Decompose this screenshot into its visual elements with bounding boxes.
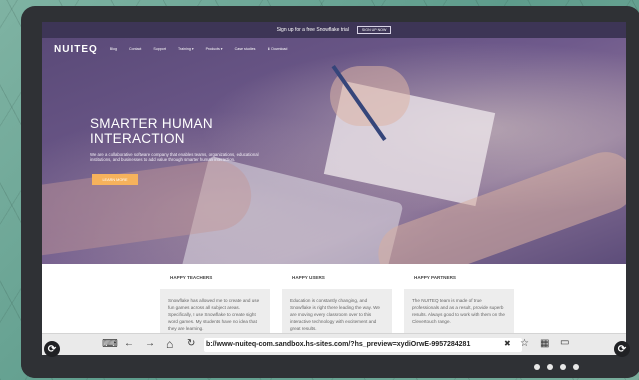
rotate-right-icon[interactable]: ⟳ [614, 341, 630, 357]
bookmark-star-icon[interactable]: ☆ [520, 339, 529, 349]
forward-icon[interactable]: → [145, 339, 155, 349]
nav-blog[interactable]: Blog [110, 47, 117, 51]
page-dot[interactable] [573, 364, 579, 370]
rotate-left-icon[interactable]: ⟳ [44, 341, 60, 357]
page-dot[interactable] [534, 364, 540, 370]
learn-more-button[interactable]: LEARN MORE [92, 174, 138, 185]
hero-description: We are a collaborative software company … [90, 152, 259, 163]
nav-training[interactable]: Training ▾ [178, 47, 194, 51]
hero-title-line-1: SMARTER HUMAN [90, 116, 213, 131]
hero-title: SMARTER HUMAN INTERACTION [90, 116, 213, 146]
keyboard-icon[interactable]: ⌨ [102, 339, 118, 350]
nav-case-studies[interactable]: Case studies [235, 47, 256, 51]
nuiteq-logo[interactable]: NUITEQ [54, 44, 98, 55]
page-dot[interactable] [560, 364, 566, 370]
card-heading-partners: HAPPY PARTNERS [414, 275, 456, 280]
card-text-teachers: Snowflake has allowed me to create and u… [168, 298, 260, 331]
nav-products[interactable]: Products ▾ [206, 47, 223, 51]
card-heading-teachers: HAPPY TEACHERS [170, 275, 213, 280]
sign-up-button[interactable]: SIGN UP NOW [356, 26, 392, 34]
hero-section: NUITEQ Blog Contact Support Training ▾ P… [42, 38, 626, 264]
page-indicator [534, 364, 579, 370]
tabs-icon[interactable]: ▭ [560, 338, 569, 348]
card-heading-users: HAPPY USERS [292, 275, 325, 280]
card-text-partners: The NUITEQ team is made of true professi… [412, 298, 505, 324]
card-text-users: Education is constantly changing, and Sn… [290, 298, 380, 331]
back-icon[interactable]: ← [124, 339, 134, 349]
apps-grid-icon[interactable]: ▦ [540, 339, 549, 349]
nav-contact[interactable]: Contact [129, 47, 141, 51]
nav-download[interactable]: ⬇ Download [267, 47, 287, 51]
page-dot[interactable] [547, 364, 553, 370]
announcement-bar: Sign up for a free Snowflake trial SIGN … [42, 22, 626, 38]
announcement-text: Sign up for a free Snowflake trial [276, 27, 349, 33]
hero-title-line-2: INTERACTION [90, 131, 185, 146]
home-icon[interactable]: ⌂ [166, 338, 173, 350]
main-nav: NUITEQ Blog Contact Support Training ▾ P… [42, 38, 626, 60]
clear-url-icon[interactable]: ✖ [504, 340, 511, 348]
address-bar[interactable]: b://www-nuiteq-com.sandbox.hs-sites.com/… [204, 338, 522, 352]
refresh-icon[interactable]: ↻ [187, 339, 195, 349]
browser-screen: Sign up for a free Snowflake trial SIGN … [42, 22, 626, 355]
browser-toolbar: ⌨ ← → ⌂ ↻ b://www-nuiteq-com.sandbox.hs-… [42, 333, 626, 355]
nav-support[interactable]: Support [153, 47, 166, 51]
